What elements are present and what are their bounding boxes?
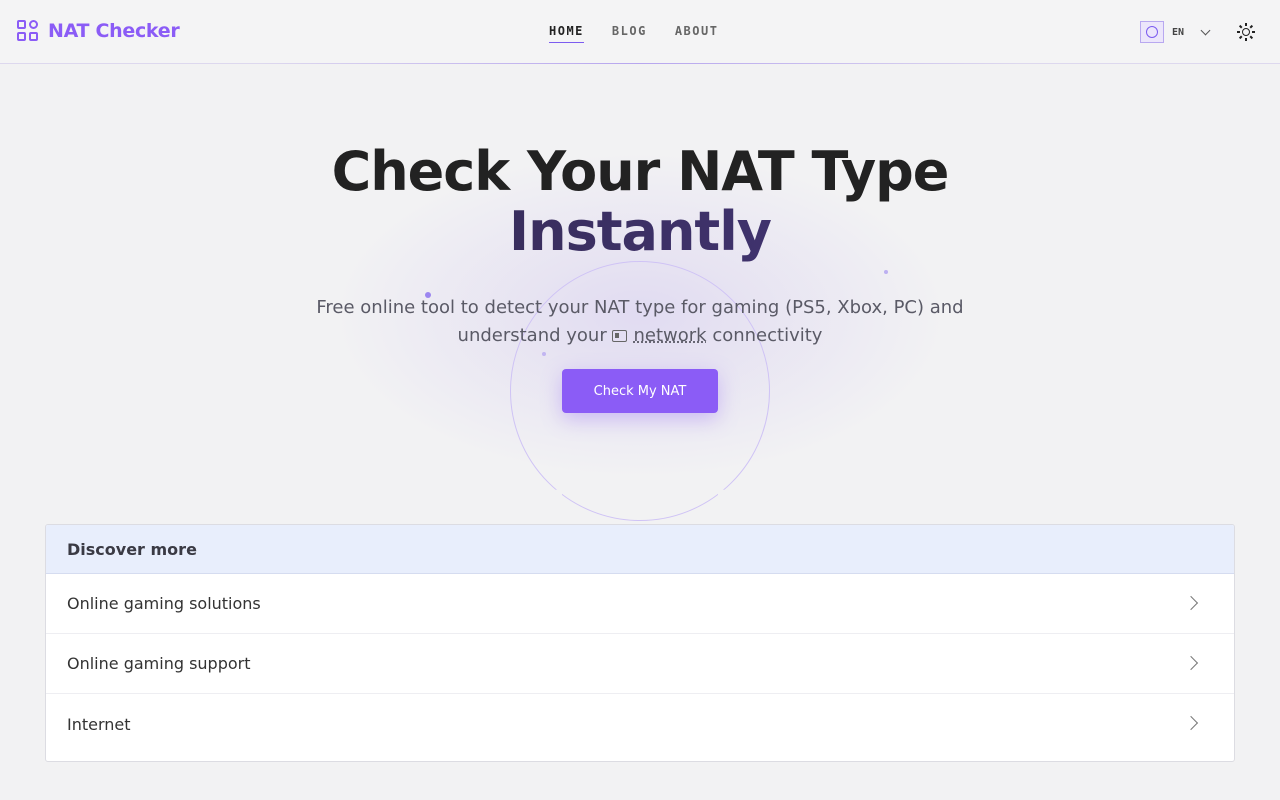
sun-icon — [1242, 28, 1250, 36]
chevron-down-icon — [1200, 25, 1211, 35]
check-nat-button[interactable]: Check My NAT — [562, 369, 718, 413]
globe-icon — [1140, 21, 1164, 43]
language-selector[interactable]: EN — [1140, 21, 1211, 43]
theme-toggle[interactable] — [1237, 23, 1255, 41]
nav-home[interactable]: HOME — [549, 24, 584, 43]
discover-item-label: Online gaming support — [67, 654, 251, 673]
decorative-dot — [884, 270, 888, 274]
discover-item[interactable]: Online gaming support — [46, 634, 1234, 694]
discover-item-label: Online gaming solutions — [67, 594, 261, 613]
language-code: EN — [1172, 26, 1185, 38]
brand-name: NAT Checker — [48, 20, 180, 42]
nav-about[interactable]: ABOUT — [675, 24, 719, 43]
title-line-2: Instantly — [0, 202, 1280, 262]
brand-logo[interactable]: NAT Checker — [17, 20, 180, 42]
discover-panel: Discover more Online gaming solutions On… — [45, 524, 1235, 762]
page-title: Check Your NAT Type Instantly — [0, 142, 1280, 262]
nav-blog[interactable]: BLOG — [612, 24, 647, 43]
network-link[interactable]: network — [633, 325, 706, 346]
main-nav: HOME BLOG ABOUT — [549, 24, 718, 43]
discover-item-label: Internet — [67, 714, 131, 734]
chevron-right-icon — [1183, 595, 1199, 611]
decorative-dot — [542, 352, 546, 356]
chevron-right-icon — [1183, 715, 1199, 731]
discover-item[interactable]: Online gaming solutions — [46, 574, 1234, 634]
site-header: NAT Checker HOME BLOG ABOUT EN — [0, 0, 1280, 64]
document-icon — [612, 330, 628, 342]
chevron-right-icon — [1183, 655, 1199, 671]
discover-item[interactable]: Internet — [46, 694, 1234, 754]
hero-subtitle: Free online tool to detect your NAT type… — [300, 294, 980, 350]
subtitle-text-end: connectivity — [712, 325, 823, 346]
title-line-1: Check Your NAT Type — [331, 140, 950, 203]
grid-logo-icon — [17, 20, 39, 42]
discover-title: Discover more — [46, 525, 1234, 574]
